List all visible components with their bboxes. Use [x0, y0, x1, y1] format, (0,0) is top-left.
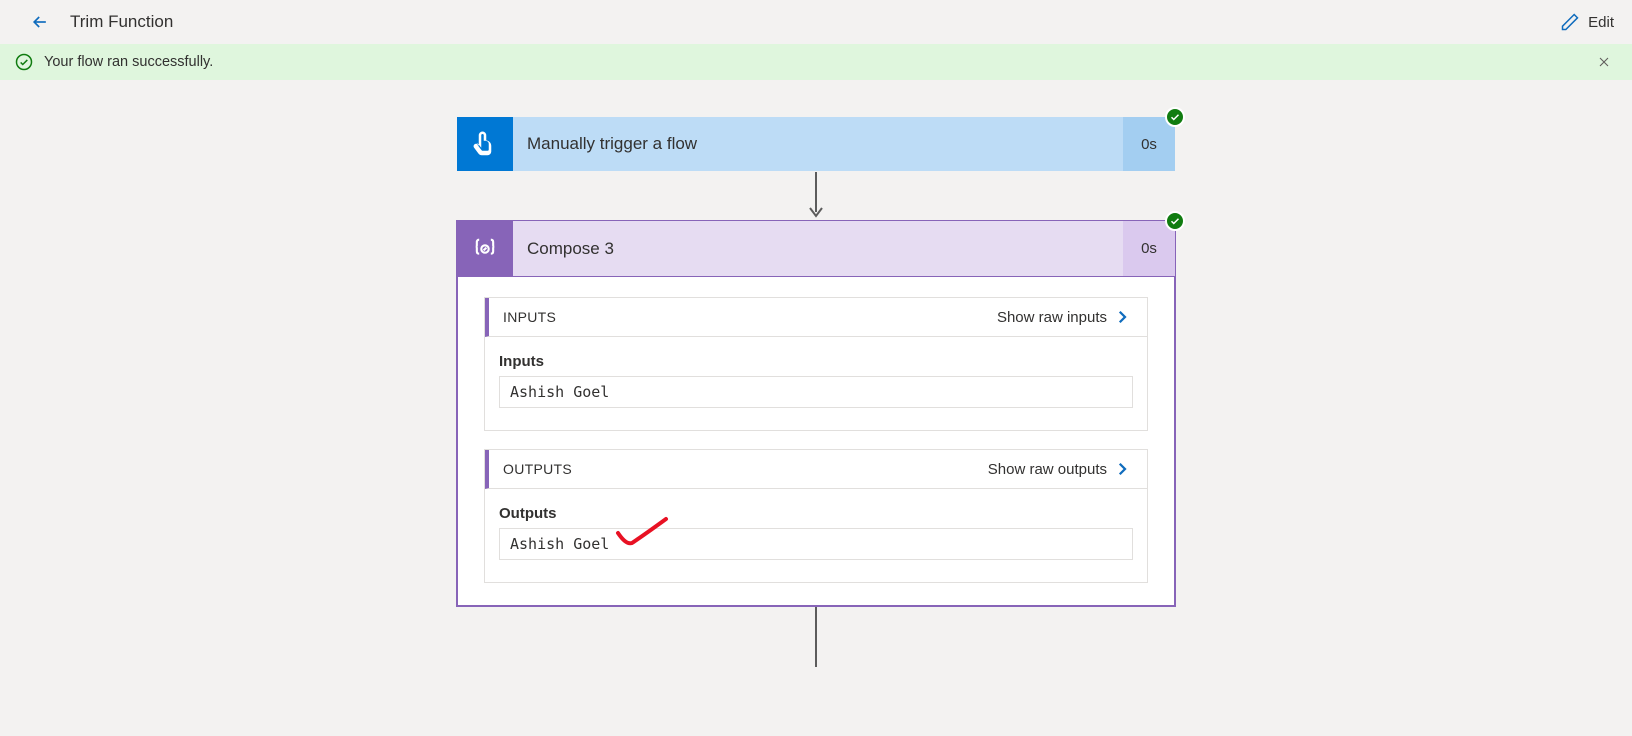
trigger-card: Manually trigger a flow 0s	[456, 116, 1176, 172]
compose-icon-box	[457, 221, 513, 276]
pencil-icon	[1560, 12, 1580, 32]
connector-2	[807, 607, 825, 667]
raw-inputs-label: Show raw inputs	[997, 309, 1107, 326]
page-title: Trim Function	[70, 12, 173, 32]
compose-card-header[interactable]: Compose 3 0s	[456, 220, 1176, 276]
trigger-title: Manually trigger a flow	[513, 117, 1123, 171]
outputs-header-label: OUTPUTS	[503, 461, 572, 477]
outputs-body: Outputs Ashish Goel	[485, 489, 1147, 582]
line-down-icon	[807, 607, 825, 667]
trigger-icon-box	[457, 117, 513, 171]
inputs-field-label: Inputs	[499, 353, 1133, 370]
check-icon	[1169, 111, 1181, 123]
check-icon	[1169, 215, 1181, 227]
canvas-scroll[interactable]: Manually trigger a flow 0s	[0, 80, 1632, 736]
inputs-header: INPUTS Show raw inputs	[485, 298, 1147, 337]
outputs-header: OUTPUTS Show raw outputs	[485, 450, 1147, 489]
compose-title: Compose 3	[513, 221, 1123, 276]
outputs-value-text: Ashish Goel	[510, 535, 609, 553]
touch-icon	[470, 129, 500, 159]
inputs-panel: INPUTS Show raw inputs Inputs Ashish Goe…	[484, 297, 1148, 431]
compose-card: Compose 3 0s INPUTS Show raw	[456, 220, 1176, 607]
success-banner: Your flow ran successfully.	[0, 44, 1632, 80]
show-raw-outputs-link[interactable]: Show raw outputs	[988, 460, 1131, 478]
arrow-down-icon	[807, 172, 825, 220]
compose-success-badge	[1165, 211, 1185, 231]
connector-1	[807, 172, 825, 220]
chevron-right-icon	[1113, 460, 1131, 478]
back-button[interactable]	[28, 10, 52, 34]
outputs-panel: OUTPUTS Show raw outputs Outputs	[484, 449, 1148, 583]
banner-message: Your flow ran successfully.	[44, 54, 213, 70]
inputs-value: Ashish Goel	[499, 376, 1133, 408]
chevron-right-icon	[1113, 308, 1131, 326]
edit-button[interactable]: Edit	[1560, 12, 1614, 32]
trigger-duration: 0s	[1123, 117, 1175, 171]
trigger-success-badge	[1165, 107, 1185, 127]
close-icon	[1596, 54, 1612, 70]
outputs-field-label: Outputs	[499, 505, 1133, 522]
topbar-left: Trim Function	[28, 10, 173, 34]
compose-body: INPUTS Show raw inputs Inputs Ashish Goe…	[456, 276, 1176, 607]
inputs-body: Inputs Ashish Goel	[485, 337, 1147, 430]
raw-outputs-label: Show raw outputs	[988, 461, 1107, 478]
arrow-left-icon	[30, 12, 50, 32]
app-root: Trim Function Edit Your flow ran success…	[0, 0, 1632, 736]
edit-label: Edit	[1588, 14, 1614, 31]
banner-left: Your flow ran successfully.	[14, 52, 213, 72]
check-circle-icon	[14, 52, 34, 72]
trigger-card-header[interactable]: Manually trigger a flow 0s	[456, 116, 1176, 172]
outputs-value: Ashish Goel	[499, 528, 1133, 560]
show-raw-inputs-link[interactable]: Show raw inputs	[997, 308, 1131, 326]
inputs-header-label: INPUTS	[503, 309, 556, 325]
topbar: Trim Function Edit	[0, 0, 1632, 44]
flow-canvas: Manually trigger a flow 0s	[0, 80, 1632, 736]
braces-icon	[471, 235, 499, 263]
close-banner-button[interactable]	[1590, 48, 1618, 76]
compose-duration: 0s	[1123, 221, 1175, 276]
